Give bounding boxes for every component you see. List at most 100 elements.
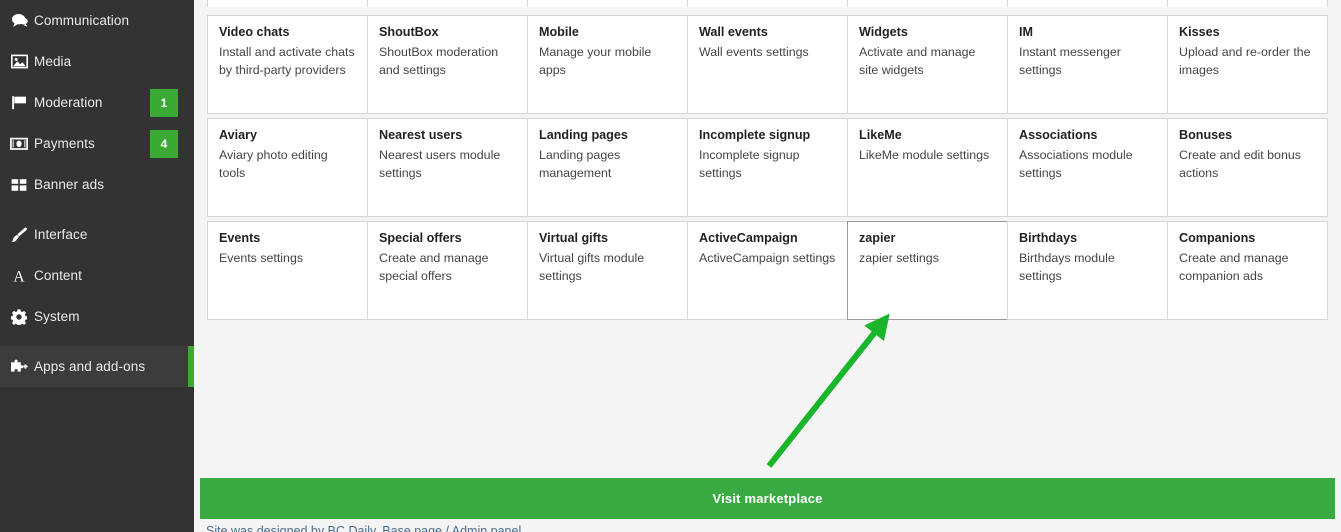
module-card-title: Events: [219, 231, 261, 245]
module-card-description: Birthdays module settings: [1019, 251, 1115, 283]
module-card[interactable]: ActiveCampaign ActiveCampaign settings: [687, 221, 848, 320]
sidebar-item-interface[interactable]: Interface: [0, 214, 194, 255]
module-card-clipped[interactable]: [207, 0, 368, 7]
banknote-icon: [4, 137, 34, 151]
letter-a-icon: A: [4, 268, 34, 283]
module-card[interactable]: Events Events settings: [207, 221, 368, 320]
module-card-clipped[interactable]: [527, 0, 688, 7]
modules-row: Events Events settings Special offers Creat…: [194, 221, 1341, 320]
module-card-description: Virtual gifts module settings: [539, 251, 645, 283]
module-card[interactable]: Special offers Create and manage special …: [367, 221, 528, 320]
module-card-title: LikeMe: [859, 128, 902, 142]
sidebar-item-apps-and-add-ons[interactable]: Apps and add-ons: [0, 346, 194, 387]
module-card[interactable]: Nearest users Nearest users module settin…: [367, 118, 528, 217]
module-card-title: Kisses: [1179, 25, 1220, 39]
module-card-title: Aviary: [219, 128, 258, 142]
module-card[interactable]: Bonuses Create and edit bonus actions: [1167, 118, 1328, 217]
module-card-title: Birthdays: [1019, 231, 1078, 245]
module-card[interactable]: Video chats Install and activate chats by…: [207, 15, 368, 114]
module-card-description: Manage your mobile apps: [539, 45, 652, 77]
grid-blocks-icon: [4, 178, 34, 192]
module-card[interactable]: IM Instant messenger settings: [1007, 15, 1168, 114]
module-card[interactable]: Widgets Activate and manage site widgets: [847, 15, 1008, 114]
module-card-title: Landing pages: [539, 128, 628, 142]
visit-marketplace-button[interactable]: Visit marketplace: [200, 478, 1335, 519]
modules-row-clipped: [194, 0, 1341, 7]
module-card-clipped[interactable]: [687, 0, 848, 7]
sidebar-item-media[interactable]: Media: [0, 41, 194, 82]
chat-bubbles-icon: [4, 13, 34, 28]
image-icon: [4, 54, 34, 69]
main-content: Video chats Install and activate chats by…: [194, 0, 1341, 532]
module-card-description: Upload and re-order the images: [1179, 45, 1311, 77]
module-card[interactable]: Kisses Upload and re-order the images: [1167, 15, 1328, 114]
sidebar-item-communication[interactable]: Communication: [0, 0, 194, 41]
module-card[interactable]: Virtual gifts Virtual gifts module settin…: [527, 221, 688, 320]
sidebar-item-label: Banner ads: [34, 177, 105, 192]
module-card[interactable]: Landing pages Landing pages management: [527, 118, 688, 217]
sidebar-item-moderation[interactable]: Moderation 1: [0, 82, 194, 123]
module-card-description: ShoutBox moderation and settings: [379, 45, 499, 77]
module-card-title: zapier: [859, 231, 896, 245]
module-card-title: Mobile: [539, 25, 579, 39]
module-card-title: Special offers: [379, 231, 462, 245]
sidebar-item-label: Apps and add-ons: [34, 359, 146, 374]
module-card[interactable]: Birthdays Birthdays module settings: [1007, 221, 1168, 320]
module-card-clipped[interactable]: [1007, 0, 1168, 7]
module-card-description: Landing pages management: [539, 148, 621, 180]
module-card-clipped[interactable]: [1167, 0, 1328, 7]
module-card-description: Events settings: [219, 251, 304, 265]
module-card-title: ActiveCampaign: [699, 231, 798, 245]
modules-grid: Video chats Install and activate chats by…: [194, 0, 1341, 320]
module-card-description: Aviary photo editing tools: [219, 148, 328, 180]
module-card-description: Create and manage special offers: [379, 251, 489, 283]
module-card-clipped[interactable]: [847, 0, 1008, 7]
module-card-title: Associations: [1019, 128, 1098, 142]
sidebar-item-label: System: [34, 309, 80, 324]
module-card[interactable]: ShoutBox ShoutBox moderation and settings: [367, 15, 528, 114]
module-card[interactable]: Wall events Wall events settings: [687, 15, 848, 114]
paintbrush-icon: [4, 226, 34, 243]
module-card-title: Widgets: [859, 25, 908, 39]
module-card-title: Bonuses: [1179, 128, 1233, 142]
module-card-description: Associations module settings: [1019, 148, 1133, 180]
visit-marketplace-label: Visit marketplace: [712, 491, 823, 506]
flag-icon: [4, 95, 34, 110]
sidebar-item-label: Content: [34, 268, 82, 283]
module-card-clipped[interactable]: [367, 0, 528, 7]
sidebar-item-system[interactable]: System: [0, 296, 194, 337]
sidebar-item-label: Media: [34, 54, 72, 69]
sidebar-item-badge: 4: [150, 130, 178, 158]
module-card[interactable]: Mobile Manage your mobile apps: [527, 15, 688, 114]
sidebar-item-label: Communication: [34, 13, 130, 28]
module-card-description: Install and activate chats by third-part…: [219, 45, 355, 77]
module-card[interactable]: zapier zapier settings: [847, 221, 1008, 320]
module-card[interactable]: Associations Associations module settings: [1007, 118, 1168, 217]
sidebar-item-banner-ads[interactable]: Banner ads: [0, 164, 194, 205]
module-card-title: IM: [1019, 25, 1033, 39]
modules-row: Video chats Install and activate chats by…: [194, 15, 1341, 114]
module-card-description: LikeMe module settings: [859, 148, 990, 162]
admin-page: Communication Media Moderation 1 Payments 4 Ba…: [0, 0, 1341, 532]
module-card[interactable]: Aviary Aviary photo editing tools: [207, 118, 368, 217]
module-card-description: Create and manage companion ads: [1179, 251, 1289, 283]
footer-credit-text: Site was designed by BC Daily. Base page…: [206, 524, 522, 532]
sidebar-item-content[interactable]: A Content: [0, 255, 194, 296]
module-card-title: Video chats: [219, 25, 290, 39]
sidebar-item-label: Interface: [34, 227, 88, 242]
sidebar-item-badge: 1: [150, 89, 178, 117]
module-card-title: Virtual gifts: [539, 231, 609, 245]
module-card[interactable]: Companions Create and manage companion ad…: [1167, 221, 1328, 320]
module-card-description: Create and edit bonus actions: [1179, 148, 1301, 180]
sidebar: Communication Media Moderation 1 Payments 4 Ba…: [0, 0, 194, 532]
module-card-title: Wall events: [699, 25, 768, 39]
module-card[interactable]: LikeMe LikeMe module settings: [847, 118, 1008, 217]
module-card[interactable]: Incomplete signup Incomplete signup setti…: [687, 118, 848, 217]
sidebar-item-payments[interactable]: Payments 4: [0, 123, 194, 164]
module-card-description: ActiveCampaign settings: [699, 251, 836, 265]
module-card-title: ShoutBox: [379, 25, 439, 39]
module-card-title: Incomplete signup: [699, 128, 811, 142]
sidebar-item-label: Payments: [34, 136, 95, 151]
module-card-title: Nearest users: [379, 128, 463, 142]
svg-text:A: A: [13, 268, 25, 283]
